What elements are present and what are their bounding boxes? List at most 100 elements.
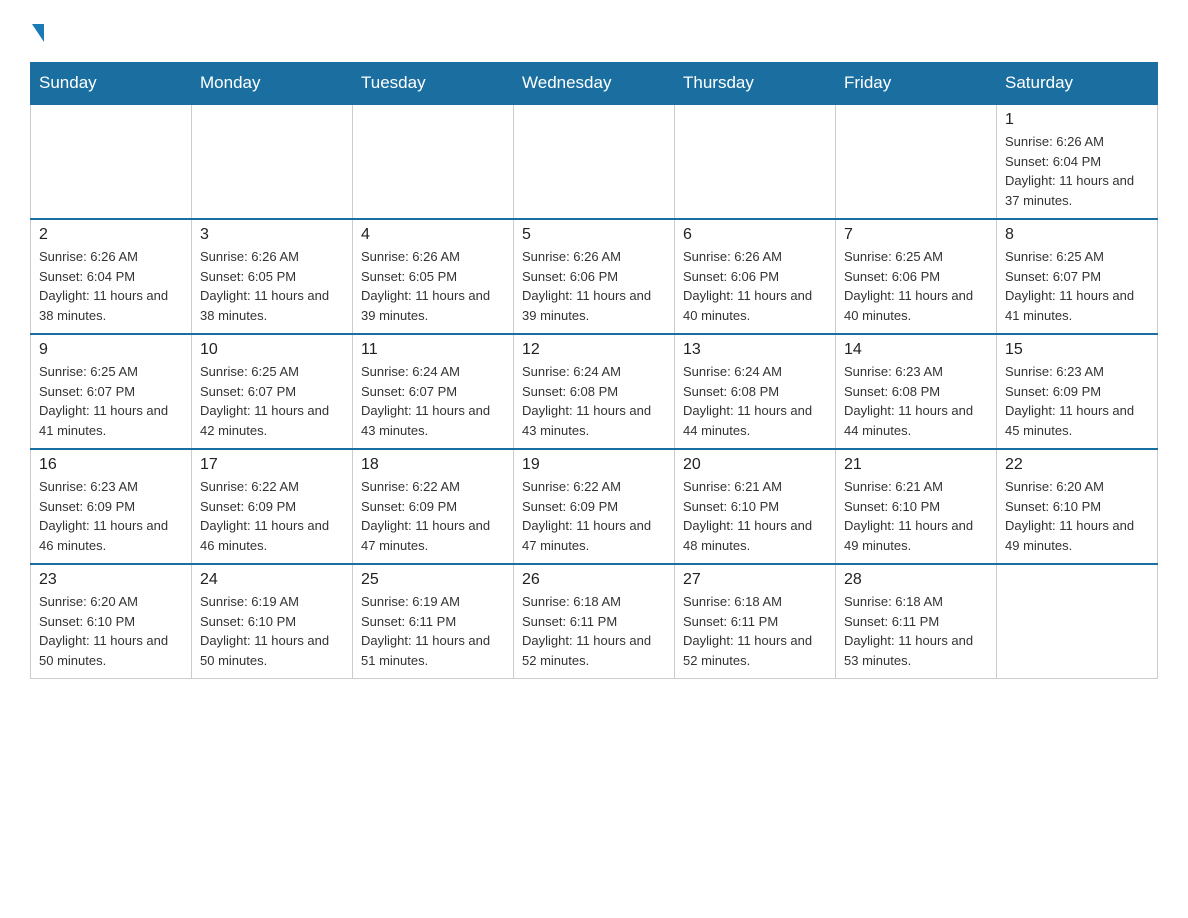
day-info: Sunrise: 6:18 AMSunset: 6:11 PMDaylight:… [683,592,827,670]
day-info: Sunrise: 6:24 AMSunset: 6:08 PMDaylight:… [522,362,666,440]
day-number: 26 [522,571,666,589]
day-number: 2 [39,226,183,244]
day-number: 11 [361,341,505,359]
day-info: Sunrise: 6:23 AMSunset: 6:08 PMDaylight:… [844,362,988,440]
calendar-cell: 2 Sunrise: 6:26 AMSunset: 6:04 PMDaylight… [31,219,192,334]
day-number: 6 [683,226,827,244]
day-number: 23 [39,571,183,589]
day-info: Sunrise: 6:26 AMSunset: 6:05 PMDaylight:… [361,247,505,325]
day-info: Sunrise: 6:23 AMSunset: 6:09 PMDaylight:… [1005,362,1149,440]
calendar-cell: 8 Sunrise: 6:25 AMSunset: 6:07 PMDaylight… [997,219,1158,334]
calendar-week-row: 23 Sunrise: 6:20 AMSunset: 6:10 PMDayligh… [31,564,1158,679]
calendar-cell: 21 Sunrise: 6:21 AMSunset: 6:10 PMDayligh… [836,449,997,564]
calendar-cell: 22 Sunrise: 6:20 AMSunset: 6:10 PMDayligh… [997,449,1158,564]
day-number: 19 [522,456,666,474]
day-number: 17 [200,456,344,474]
logo [30,20,48,42]
day-number: 15 [1005,341,1149,359]
day-info: Sunrise: 6:23 AMSunset: 6:09 PMDaylight:… [39,477,183,555]
day-number: 5 [522,226,666,244]
calendar-cell: 6 Sunrise: 6:26 AMSunset: 6:06 PMDaylight… [675,219,836,334]
day-of-week-header: Saturday [997,63,1158,105]
day-info: Sunrise: 6:18 AMSunset: 6:11 PMDaylight:… [522,592,666,670]
calendar-cell [836,104,997,219]
calendar-cell: 11Sunrise: 6:24 AMSunset: 6:07 PMDayligh… [353,334,514,449]
calendar-cell: 4 Sunrise: 6:26 AMSunset: 6:05 PMDaylight… [353,219,514,334]
day-info: Sunrise: 6:18 AMSunset: 6:11 PMDaylight:… [844,592,988,670]
calendar-week-row: 16 Sunrise: 6:23 AMSunset: 6:09 PMDayligh… [31,449,1158,564]
day-info: Sunrise: 6:26 AMSunset: 6:06 PMDaylight:… [683,247,827,325]
calendar-cell: 12 Sunrise: 6:24 AMSunset: 6:08 PMDayligh… [514,334,675,449]
day-of-week-header: Thursday [675,63,836,105]
day-number: 9 [39,341,183,359]
day-info: Sunrise: 6:22 AMSunset: 6:09 PMDaylight:… [200,477,344,555]
day-info: Sunrise: 6:26 AMSunset: 6:04 PMDaylight:… [39,247,183,325]
day-number: 28 [844,571,988,589]
calendar-cell: 19 Sunrise: 6:22 AMSunset: 6:09 PMDayligh… [514,449,675,564]
day-of-week-header: Monday [192,63,353,105]
calendar-cell: 17 Sunrise: 6:22 AMSunset: 6:09 PMDayligh… [192,449,353,564]
day-number: 14 [844,341,988,359]
day-number: 21 [844,456,988,474]
day-info: Sunrise: 6:24 AMSunset: 6:08 PMDaylight:… [683,362,827,440]
day-info: Sunrise: 6:20 AMSunset: 6:10 PMDaylight:… [39,592,183,670]
day-of-week-header: Sunday [31,63,192,105]
day-number: 1 [1005,111,1149,129]
day-info: Sunrise: 6:26 AMSunset: 6:04 PMDaylight:… [1005,132,1149,210]
day-number: 20 [683,456,827,474]
calendar-week-row: 9 Sunrise: 6:25 AMSunset: 6:07 PMDaylight… [31,334,1158,449]
calendar-cell: 7 Sunrise: 6:25 AMSunset: 6:06 PMDaylight… [836,219,997,334]
calendar-cell [192,104,353,219]
day-number: 10 [200,341,344,359]
calendar-cell [353,104,514,219]
day-info: Sunrise: 6:26 AMSunset: 6:05 PMDaylight:… [200,247,344,325]
day-info: Sunrise: 6:19 AMSunset: 6:11 PMDaylight:… [361,592,505,670]
calendar-cell: 15 Sunrise: 6:23 AMSunset: 6:09 PMDayligh… [997,334,1158,449]
calendar-cell: 28 Sunrise: 6:18 AMSunset: 6:11 PMDayligh… [836,564,997,679]
day-number: 27 [683,571,827,589]
day-info: Sunrise: 6:22 AMSunset: 6:09 PMDaylight:… [361,477,505,555]
day-info: Sunrise: 6:21 AMSunset: 6:10 PMDaylight:… [683,477,827,555]
day-info: Sunrise: 6:20 AMSunset: 6:10 PMDaylight:… [1005,477,1149,555]
day-of-week-header: Tuesday [353,63,514,105]
calendar-cell [514,104,675,219]
day-of-week-header: Friday [836,63,997,105]
day-number: 8 [1005,226,1149,244]
calendar-week-row: 1 Sunrise: 6:26 AMSunset: 6:04 PMDaylight… [31,104,1158,219]
day-info: Sunrise: 6:25 AMSunset: 6:07 PMDaylight:… [200,362,344,440]
day-info: Sunrise: 6:25 AMSunset: 6:06 PMDaylight:… [844,247,988,325]
calendar-table: SundayMondayTuesdayWednesdayThursdayFrid… [30,62,1158,679]
calendar-cell: 1 Sunrise: 6:26 AMSunset: 6:04 PMDaylight… [997,104,1158,219]
day-number: 25 [361,571,505,589]
day-of-week-header: Wednesday [514,63,675,105]
day-info: Sunrise: 6:26 AMSunset: 6:06 PMDaylight:… [522,247,666,325]
day-number: 24 [200,571,344,589]
day-number: 12 [522,341,666,359]
calendar-cell: 16 Sunrise: 6:23 AMSunset: 6:09 PMDayligh… [31,449,192,564]
calendar-cell [997,564,1158,679]
calendar-cell: 5 Sunrise: 6:26 AMSunset: 6:06 PMDaylight… [514,219,675,334]
day-info: Sunrise: 6:25 AMSunset: 6:07 PMDaylight:… [39,362,183,440]
calendar-week-row: 2 Sunrise: 6:26 AMSunset: 6:04 PMDaylight… [31,219,1158,334]
day-info: Sunrise: 6:22 AMSunset: 6:09 PMDaylight:… [522,477,666,555]
calendar-cell: 24 Sunrise: 6:19 AMSunset: 6:10 PMDayligh… [192,564,353,679]
calendar-cell: 20 Sunrise: 6:21 AMSunset: 6:10 PMDayligh… [675,449,836,564]
calendar-cell [675,104,836,219]
day-number: 22 [1005,456,1149,474]
day-number: 4 [361,226,505,244]
page-header [30,20,1158,42]
day-info: Sunrise: 6:19 AMSunset: 6:10 PMDaylight:… [200,592,344,670]
day-info: Sunrise: 6:21 AMSunset: 6:10 PMDaylight:… [844,477,988,555]
day-number: 13 [683,341,827,359]
day-number: 16 [39,456,183,474]
day-number: 3 [200,226,344,244]
day-number: 7 [844,226,988,244]
calendar-header-row: SundayMondayTuesdayWednesdayThursdayFrid… [31,63,1158,105]
calendar-cell: 14 Sunrise: 6:23 AMSunset: 6:08 PMDayligh… [836,334,997,449]
calendar-cell [31,104,192,219]
calendar-cell: 13 Sunrise: 6:24 AMSunset: 6:08 PMDayligh… [675,334,836,449]
calendar-cell: 18Sunrise: 6:22 AMSunset: 6:09 PMDayligh… [353,449,514,564]
day-info: Sunrise: 6:25 AMSunset: 6:07 PMDaylight:… [1005,247,1149,325]
calendar-cell: 27 Sunrise: 6:18 AMSunset: 6:11 PMDayligh… [675,564,836,679]
calendar-cell: 9 Sunrise: 6:25 AMSunset: 6:07 PMDaylight… [31,334,192,449]
